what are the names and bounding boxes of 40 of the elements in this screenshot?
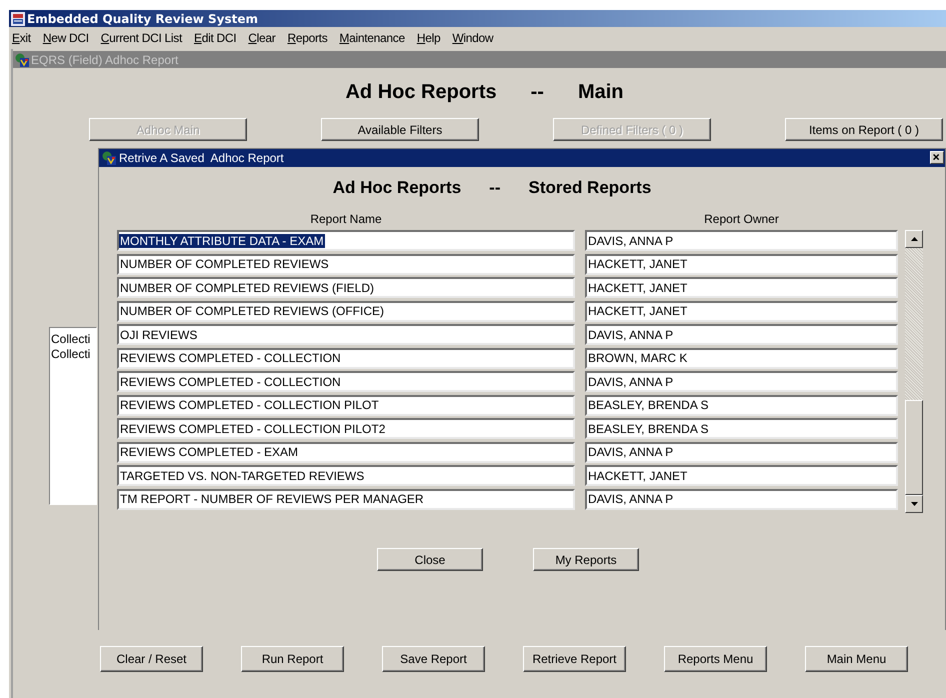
menu-item[interactable]: Clear (248, 31, 276, 45)
menu-item[interactable]: Exit (12, 31, 31, 45)
dialog-button[interactable]: Close (377, 548, 483, 571)
report-owner-cell[interactable]: DAVIS, ANNA P (587, 445, 674, 459)
report-name-cell[interactable]: MONTHLY ATTRIBUTE DATA - EXAM (119, 234, 325, 248)
tab-button[interactable]: Available Filters (321, 118, 479, 141)
menu-item[interactable]: Window (452, 31, 494, 45)
menu-item[interactable]: Reports (287, 31, 328, 45)
action-button[interactable]: Main Menu (805, 646, 908, 672)
menu-item[interactable]: Help (416, 31, 440, 45)
action-button[interactable]: Clear / Reset (100, 646, 203, 672)
report-owner-cell[interactable]: DAVIS, ANNA P (587, 234, 674, 248)
action-button[interactable]: Run Report (241, 646, 344, 672)
action-button[interactable]: Retrieve Report (523, 646, 626, 672)
dialog-title: Retrive A Saved Adhoc Report (119, 151, 284, 165)
list-item[interactable]: Collecti (50, 347, 96, 362)
menu-item[interactable]: Maintenance (339, 31, 405, 45)
column-header: Report Name (310, 212, 382, 226)
dialog-heading: Ad Hoc Reports (332, 178, 462, 198)
action-button[interactable]: Reports Menu (664, 646, 767, 672)
action-button[interactable]: Save Report (382, 646, 485, 672)
dialog-button[interactable]: My Reports (533, 548, 639, 571)
list-box[interactable]: Collecti Collecti (49, 327, 97, 505)
heading-separator: -- (489, 178, 500, 198)
column-header: Report Owner (704, 212, 779, 226)
page-heading: Ad Hoc Reports (345, 81, 497, 104)
dialog-heading: Stored Reports (528, 178, 652, 198)
report-owner-cell[interactable]: DAVIS, ANNA P (587, 492, 674, 506)
heading-separator: -- (530, 81, 544, 104)
report-owner-cell[interactable]: DAVIS, ANNA P (587, 374, 674, 388)
window-title: Embedded Quality Review System (27, 12, 258, 26)
menu-item[interactable]: Current DCI List (100, 31, 182, 45)
menu-item[interactable]: New DCI (42, 31, 89, 45)
tab-button[interactable]: Items on Report ( 0 ) (785, 118, 943, 141)
menu-item[interactable]: Edit DCI (194, 31, 236, 45)
list-item[interactable]: Collecti (50, 332, 96, 347)
report-owner-cell[interactable]: DAVIS, ANNA P (587, 328, 674, 342)
child-window-title: EQRS (Field) Adhoc Report (31, 52, 178, 66)
page-heading: Main (578, 81, 624, 104)
report-name-cell[interactable]: OJI REVIEWS (119, 328, 198, 342)
